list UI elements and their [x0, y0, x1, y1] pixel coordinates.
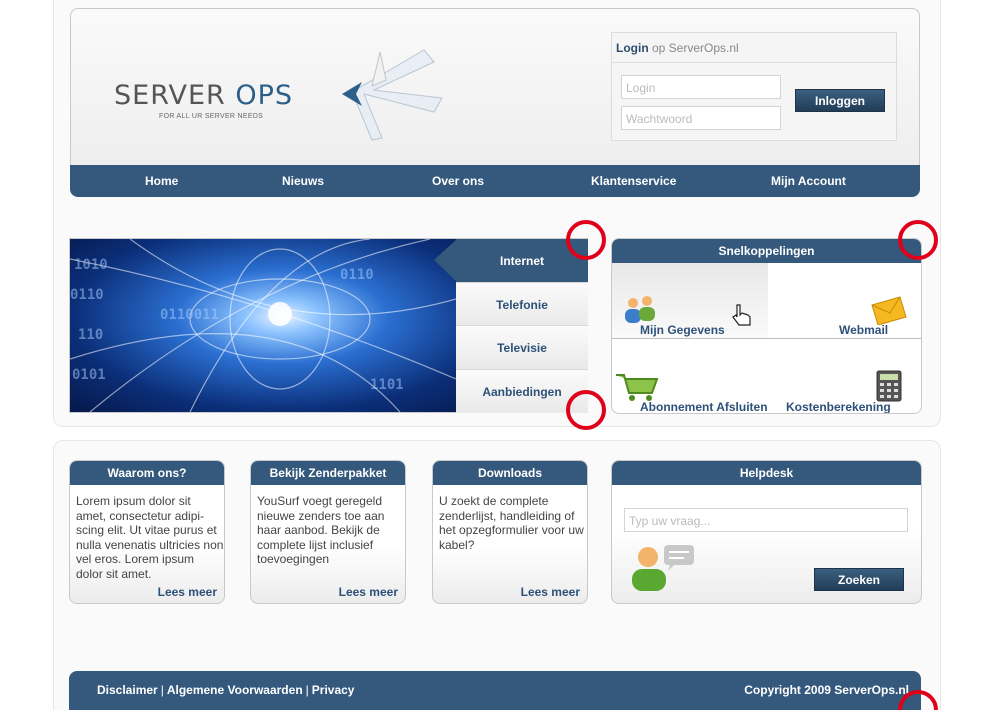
svg-text:110: 110	[78, 327, 103, 343]
banner: 1010 0110 110 0101 0110011 0110 1101 Int…	[69, 238, 588, 413]
footer-link-algemene-voorwaarden[interactable]: Algemene Voorwaarden	[167, 683, 303, 697]
nav-item-mijn-account[interactable]: Mijn Account	[771, 174, 846, 188]
quicklinks-title: Snelkoppelingen	[612, 239, 921, 263]
tab-active-arrow-icon	[434, 239, 457, 282]
svg-text:0110: 0110	[70, 287, 104, 303]
banner-image: 1010 0110 110 0101 0110011 0110 1101	[70, 239, 456, 412]
logo-arrow-icon	[342, 49, 443, 141]
annotation-circle	[566, 220, 606, 260]
footer-link-privacy[interactable]: Privacy	[312, 683, 355, 697]
info-box-title: Waarom ons?	[70, 461, 224, 485]
info-box-text: Lorem ipsum dolor sit amet, consectetur …	[76, 494, 224, 581]
login-divider	[612, 62, 896, 63]
quicklink-webmail[interactable]: Webmail	[839, 323, 888, 337]
annotation-circle	[566, 390, 606, 430]
helpdesk-search-button[interactable]: Zoeken	[814, 568, 904, 591]
login-username-placeholder: Login	[626, 81, 656, 95]
lees-meer-link[interactable]: Lees meer	[521, 585, 580, 599]
quicklink-kostenberekening[interactable]: Kostenberekening	[786, 400, 891, 413]
logo-tagline: FOR ALL UR SERVER NEEDS	[159, 113, 264, 120]
nav-item-over-ons[interactable]: Over ons	[432, 174, 484, 188]
svg-text:1010: 1010	[74, 257, 108, 273]
footer-link-disclaimer[interactable]: Disclaimer	[97, 683, 158, 697]
login-title: Login op ServerOps.nl	[616, 41, 739, 55]
helpdesk-box: Helpdesk Typ uw vraag... Zoeken	[611, 460, 922, 604]
footer: Disclaimer | Algemene Voorwaarden | Privacy …	[69, 671, 921, 710]
svg-text:0101: 0101	[72, 367, 106, 383]
svg-text:0110: 0110	[340, 267, 374, 283]
info-box-text: U zoekt de complete zenderlijst, handlei…	[439, 494, 584, 552]
tab-telefonie[interactable]: Telefonie	[456, 282, 588, 326]
main-nav: Home Nieuws Over ons Klantenservice Mijn…	[70, 165, 920, 197]
info-box-waarom-ons: Waarom ons? Lorem ipsum dolor sit amet, …	[69, 460, 225, 604]
users-icon	[625, 296, 655, 323]
quicklink-mijn-gegevens[interactable]: Mijn Gegevens	[640, 323, 725, 337]
logo-word-ops: OPS	[235, 80, 294, 111]
login-title-rest: op ServerOps.nl	[652, 41, 739, 55]
annotation-circle	[898, 220, 938, 260]
logo-text[interactable]: SERVER OPS	[114, 80, 293, 111]
login-title-bold: Login	[616, 41, 649, 55]
info-box-title: Downloads	[433, 461, 587, 485]
helpdesk-search-input[interactable]: Typ uw vraag...	[624, 508, 908, 532]
footer-links: Disclaimer | Algemene Voorwaarden | Privacy	[97, 683, 354, 697]
tab-televisie[interactable]: Televisie	[456, 325, 588, 369]
helpdesk-title: Helpdesk	[612, 461, 921, 485]
svg-text:0110011: 0110011	[160, 307, 219, 323]
nav-item-home[interactable]: Home	[145, 174, 178, 188]
login-button[interactable]: Inloggen	[795, 89, 885, 112]
info-box-text: YouSurf voegt geregeld nieuwe zenders to…	[257, 494, 385, 566]
info-box-zenderpakket: Bekijk Zenderpakket YouSurf voegt gerege…	[250, 460, 406, 604]
login-username-input[interactable]: Login	[621, 75, 781, 99]
shopping-cart-icon	[616, 374, 659, 401]
login-password-input[interactable]: Wachtwoord	[621, 106, 781, 130]
lees-meer-link[interactable]: Lees meer	[158, 585, 217, 599]
calculator-icon	[876, 370, 902, 402]
copyright-text: Copyright 2009 ServerOps.nl	[744, 683, 909, 697]
hand-cursor-icon	[732, 304, 751, 326]
lees-meer-link[interactable]: Lees meer	[339, 585, 398, 599]
quicklink-abonnement-afsluiten[interactable]: Abonnement Afsluiten	[640, 400, 768, 413]
support-chat-icon	[632, 545, 694, 591]
logo-word-server: SERVER	[114, 80, 226, 111]
footer-separator: |	[160, 683, 164, 697]
login-password-placeholder: Wachtwoord	[626, 112, 693, 126]
quicklinks-box: Snelkoppelingen Mijn Gegevens Webmail Ab…	[611, 238, 922, 414]
nav-item-nieuws[interactable]: Nieuws	[282, 174, 324, 188]
info-box-downloads: Downloads U zoekt de complete zenderlijs…	[432, 460, 588, 604]
info-box-title: Bekijk Zenderpakket	[251, 461, 405, 485]
quicklinks-divider	[612, 338, 921, 339]
helpdesk-search-placeholder: Typ uw vraag...	[629, 514, 711, 528]
mail-icon	[871, 296, 907, 325]
banner-light-rays: 1010 0110 110 0101 0110011 0110 1101	[70, 239, 456, 412]
svg-text:1101: 1101	[370, 377, 404, 393]
nav-item-klantenservice[interactable]: Klantenservice	[591, 174, 676, 188]
footer-separator: |	[305, 683, 309, 697]
login-box: Login op ServerOps.nl Login Wachtwoord I…	[611, 32, 897, 141]
